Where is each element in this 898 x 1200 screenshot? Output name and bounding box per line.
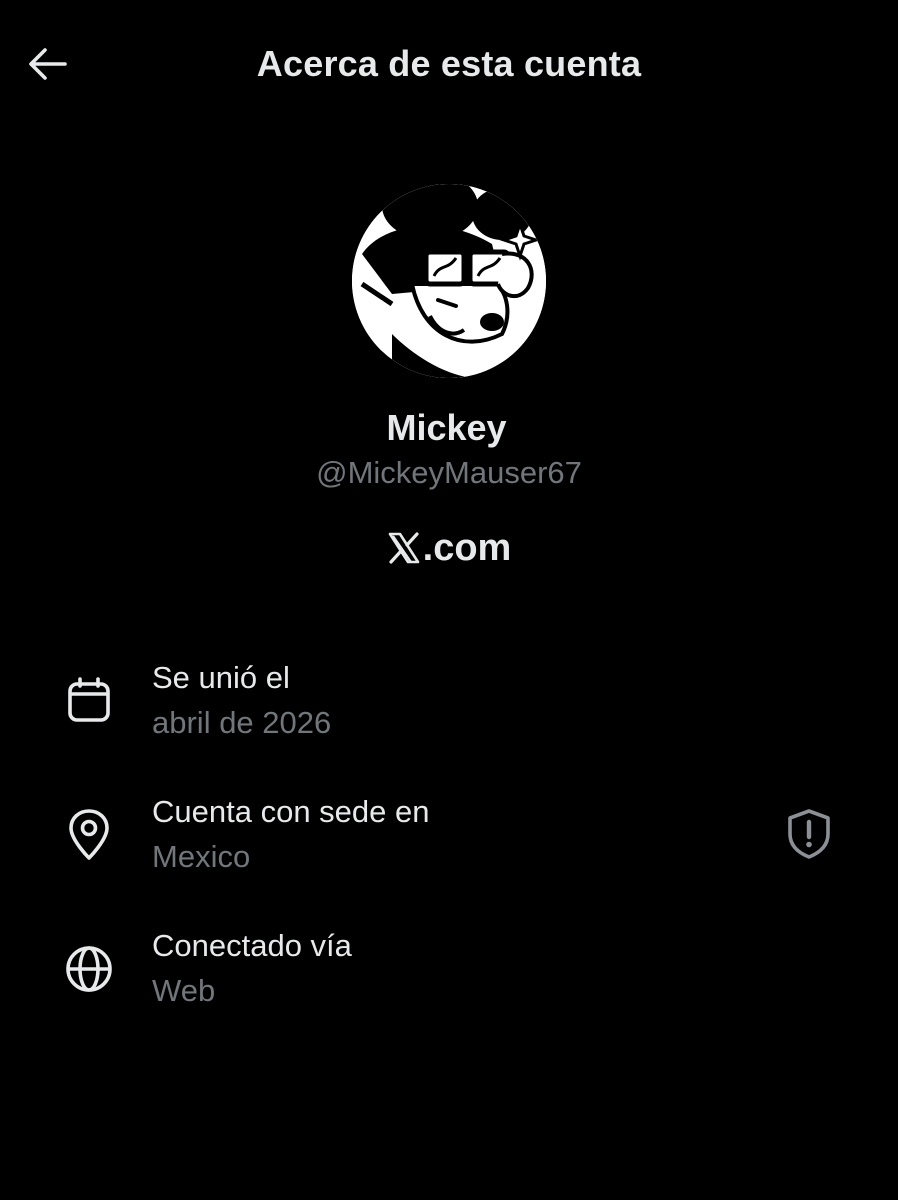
account-handle: @MickeyMauser67 [316, 455, 582, 490]
account-location-value: Mexico [152, 839, 251, 874]
joined-date-row: Se unió el abril de 2026 [0, 656, 898, 756]
location-info-button[interactable] [781, 806, 837, 862]
calendar-icon [62, 674, 116, 728]
connected-via-row: Conectado vía Web [0, 924, 898, 1024]
connected-via-label: Conectado vía [152, 928, 352, 963]
brand-domain-link[interactable]: .com [0, 524, 898, 572]
avatar-image [352, 184, 546, 378]
shield-alert-icon [788, 809, 830, 859]
connected-via-value: Web [152, 973, 216, 1008]
joined-date-label: Se unió el [152, 660, 290, 695]
account-location-row: Cuenta con sede en Mexico [0, 790, 898, 890]
x-logo-icon [388, 532, 419, 564]
top-bar: Acerca de esta cuenta [0, 0, 898, 130]
brand-domain-text: .com [422, 527, 512, 569]
avatar[interactable] [352, 184, 546, 378]
display-name: Mickey [386, 407, 507, 448]
globe-icon [62, 942, 116, 996]
page-title: Acerca de esta cuenta [256, 43, 642, 84]
joined-date-value: abril de 2026 [152, 705, 332, 740]
location-pin-icon [62, 808, 116, 862]
account-location-label: Cuenta con sede en [152, 794, 430, 829]
